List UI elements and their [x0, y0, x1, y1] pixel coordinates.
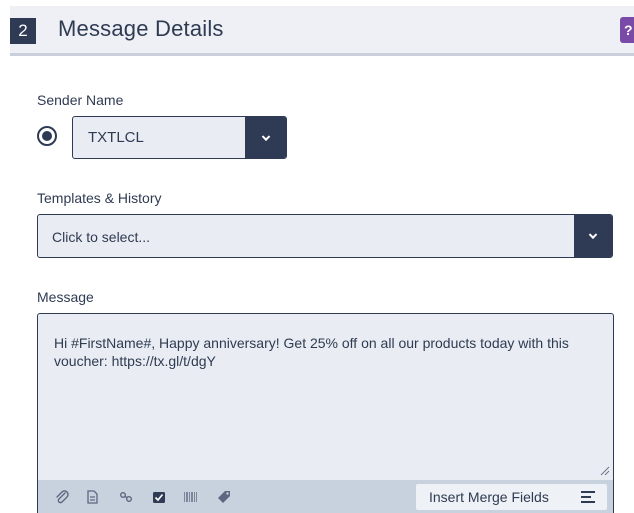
templates-select[interactable]: Click to select... — [37, 214, 613, 258]
help-button[interactable]: ? — [620, 17, 634, 43]
link-icon[interactable] — [118, 489, 134, 505]
message-text[interactable]: Hi #FirstName#, Happy anniversary! Get 2… — [54, 334, 599, 370]
templates-placeholder: Click to select... — [52, 229, 151, 245]
templates-label: Templates & History — [37, 190, 162, 206]
step-number-badge: 2 — [10, 18, 36, 44]
message-toolbar: Insert Merge Fields — [38, 480, 613, 513]
list-icon — [581, 491, 595, 503]
chevron-down-icon — [261, 132, 270, 141]
section-title: Message Details — [58, 16, 224, 41]
insert-merge-fields-button[interactable]: Insert Merge Fields — [416, 484, 607, 510]
insert-merge-fields-label: Insert Merge Fields — [429, 489, 549, 505]
radio-dot-icon — [42, 131, 52, 141]
document-icon[interactable] — [84, 489, 100, 505]
sender-selected-value: TXTLCL — [88, 129, 144, 146]
sender-name-select[interactable]: TXTLCL — [72, 116, 287, 159]
sender-radio[interactable] — [37, 126, 57, 146]
paperclip-icon[interactable] — [54, 489, 70, 505]
barcode-icon[interactable] — [182, 489, 198, 505]
checkbox-icon[interactable] — [151, 489, 167, 505]
sender-dropdown-button[interactable] — [245, 117, 286, 158]
resize-grip-icon[interactable] — [600, 466, 610, 476]
message-textarea[interactable]: Hi #FirstName#, Happy anniversary! Get 2… — [37, 313, 614, 513]
message-label: Message — [37, 289, 94, 305]
section-header: 2 Message Details ? — [10, 6, 634, 56]
tag-icon[interactable] — [216, 489, 232, 505]
chevron-down-icon — [588, 230, 598, 240]
sender-name-label: Sender Name — [37, 92, 124, 108]
templates-dropdown-button[interactable] — [574, 215, 612, 257]
